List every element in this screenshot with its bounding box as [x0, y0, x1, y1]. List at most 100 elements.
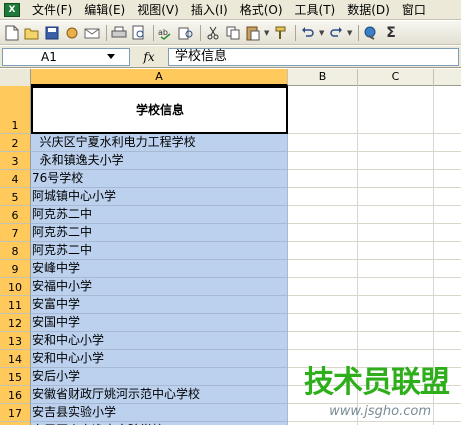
paste-icon[interactable] [244, 24, 262, 42]
cell-d[interactable] [434, 260, 461, 278]
cell-c[interactable] [358, 260, 434, 278]
cell-b[interactable] [288, 260, 358, 278]
cell-a[interactable]: 安徽省财政厅姚河示范中心学校 [31, 386, 288, 404]
row-header[interactable]: 13 [0, 332, 31, 350]
redo-dropdown[interactable]: ▼ [347, 24, 355, 42]
menu-edit[interactable]: 编辑(E) [78, 1, 131, 19]
cell-d[interactable] [434, 332, 461, 350]
cell-a[interactable]: 兴庆区宁夏水利电力工程学校 [31, 134, 288, 152]
cell-b[interactable] [288, 278, 358, 296]
row-header[interactable]: 17 [0, 404, 31, 422]
format-painter-icon[interactable] [272, 24, 290, 42]
cell-a[interactable]: 安后小学 [31, 368, 288, 386]
cell-b[interactable] [288, 332, 358, 350]
row-header[interactable]: 2 [0, 134, 31, 152]
row-header[interactable]: 5 [0, 188, 31, 206]
cell-d[interactable] [434, 86, 461, 134]
cell-a[interactable]: 阿城镇中心小学 [31, 188, 288, 206]
cell-a[interactable]: 安和中心小学 [31, 350, 288, 368]
cell-d[interactable] [434, 278, 461, 296]
menu-format[interactable]: 格式(O) [234, 1, 289, 19]
column-header-c[interactable]: C [358, 69, 434, 86]
excel-app-icon[interactable]: X [4, 2, 20, 17]
cell-d[interactable] [434, 188, 461, 206]
cell-c[interactable] [358, 242, 434, 260]
cell-d[interactable] [434, 152, 461, 170]
print-preview-icon[interactable] [130, 24, 148, 42]
cell-c[interactable] [358, 278, 434, 296]
row-header[interactable]: 1 [0, 86, 31, 134]
cell-b[interactable] [288, 206, 358, 224]
cell-c[interactable] [358, 206, 434, 224]
menu-view[interactable]: 视图(V) [131, 1, 185, 19]
menu-insert[interactable]: 插入(I) [185, 1, 234, 19]
autosum-icon[interactable]: Σ [382, 24, 400, 42]
row-header[interactable]: 8 [0, 242, 31, 260]
cell-b[interactable] [288, 152, 358, 170]
cell-b[interactable] [288, 314, 358, 332]
cell-a[interactable]: 阿克苏二中 [31, 206, 288, 224]
research-icon[interactable] [177, 24, 195, 42]
cell-d[interactable] [434, 206, 461, 224]
column-header-b[interactable]: B [288, 69, 358, 86]
email-icon[interactable] [83, 24, 101, 42]
undo-dropdown[interactable]: ▼ [319, 24, 327, 42]
name-box[interactable]: A1 [2, 47, 130, 66]
cell-b[interactable] [288, 134, 358, 152]
cell-a[interactable]: 安国中学 [31, 314, 288, 332]
menu-data[interactable]: 数据(D) [341, 1, 396, 19]
cell-b[interactable] [288, 188, 358, 206]
cell-d[interactable] [434, 404, 461, 422]
cell-c[interactable] [358, 332, 434, 350]
row-header[interactable]: 7 [0, 224, 31, 242]
row-header[interactable]: 11 [0, 296, 31, 314]
cell-c[interactable] [358, 296, 434, 314]
open-icon[interactable] [23, 24, 41, 42]
row-header[interactable]: 3 [0, 152, 31, 170]
cell-d[interactable] [434, 296, 461, 314]
permission-icon[interactable] [63, 24, 81, 42]
name-box-dropdown-icon[interactable] [107, 53, 115, 59]
column-header-d[interactable] [434, 69, 461, 86]
new-icon[interactable] [3, 24, 21, 42]
hyperlink-icon[interactable] [362, 24, 380, 42]
cell-a[interactable]: 阿克苏二中 [31, 242, 288, 260]
cell-b[interactable] [288, 296, 358, 314]
print-icon[interactable] [110, 24, 128, 42]
cell-a[interactable]: 安福中小学 [31, 278, 288, 296]
row-header[interactable]: 10 [0, 278, 31, 296]
copy-icon[interactable] [224, 24, 242, 42]
cell-c[interactable] [358, 170, 434, 188]
row-header[interactable]: 4 [0, 170, 31, 188]
cell-b[interactable] [288, 224, 358, 242]
row-header[interactable]: 6 [0, 206, 31, 224]
cell-b[interactable] [288, 242, 358, 260]
cell-c[interactable] [358, 188, 434, 206]
undo-icon[interactable] [299, 24, 317, 42]
cell-c[interactable] [358, 314, 434, 332]
cell-b[interactable] [288, 170, 358, 188]
menu-window[interactable]: 窗口 [396, 1, 432, 19]
spelling-icon[interactable]: ab [157, 24, 175, 42]
menu-tools[interactable]: 工具(T) [289, 1, 342, 19]
cell-c[interactable] [358, 134, 434, 152]
cell-d[interactable] [434, 314, 461, 332]
redo-icon[interactable] [327, 24, 345, 42]
cell-a[interactable]: 安和中心小学 [31, 332, 288, 350]
formula-input[interactable]: 学校信息 [168, 47, 459, 66]
row-header[interactable]: 14 [0, 350, 31, 368]
cell-c[interactable] [358, 152, 434, 170]
paste-options-dropdown[interactable]: ▼ [264, 24, 272, 42]
cell-d[interactable] [434, 170, 461, 188]
save-icon[interactable] [43, 24, 61, 42]
cell-c[interactable] [358, 224, 434, 242]
cell-a[interactable]: 阿克苏二中 [31, 224, 288, 242]
select-all-corner[interactable] [0, 69, 31, 86]
cell-d[interactable] [434, 134, 461, 152]
menu-file[interactable]: 文件(F) [26, 1, 78, 19]
cell-a[interactable]: 76号学校 [31, 170, 288, 188]
cell-d[interactable] [434, 224, 461, 242]
row-header[interactable]: 9 [0, 260, 31, 278]
cell-d[interactable] [434, 242, 461, 260]
row-header[interactable]: 16 [0, 386, 31, 404]
